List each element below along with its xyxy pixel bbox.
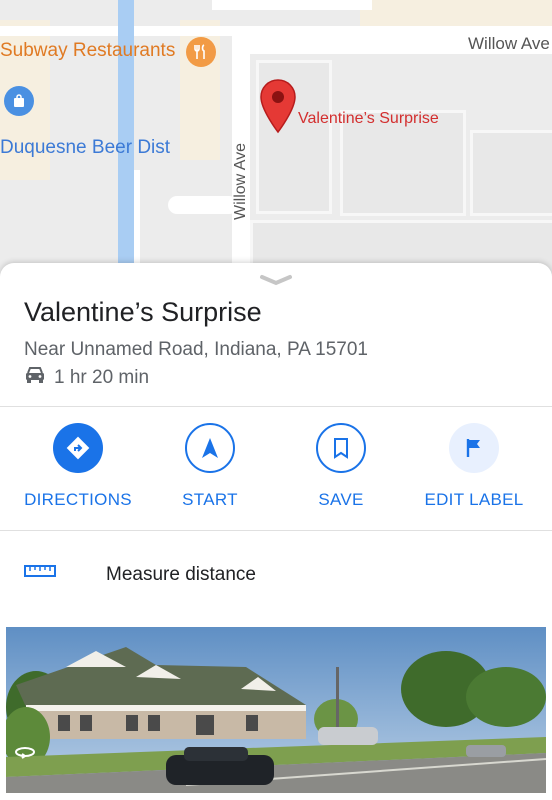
divider	[0, 406, 552, 407]
poi-label-subway[interactable]: Subway Restaurants	[0, 40, 175, 62]
map-view[interactable]: Willow Ave Willow Ave Subway Restaurants…	[0, 0, 552, 300]
street-view-360-icon[interactable]	[14, 745, 36, 766]
measure-distance-row[interactable]: Measure distance	[0, 531, 552, 621]
save-button[interactable]: SAVE	[276, 423, 406, 510]
start-button[interactable]: START	[145, 423, 275, 510]
map-road	[168, 196, 238, 214]
map-building	[470, 130, 552, 216]
edit-label-label: EDIT LABEL	[424, 490, 524, 509]
save-label: SAVE	[318, 490, 364, 509]
poi-label-duquesne[interactable]: Duquesne Beer Dist	[0, 137, 170, 159]
directions-button[interactable]: DIRECTIONS	[13, 423, 143, 510]
restaurant-icon[interactable]	[186, 37, 216, 67]
directions-label: DIRECTIONS	[24, 490, 132, 509]
edit-label-button[interactable]: EDIT LABEL	[409, 423, 539, 510]
navigation-arrow-icon	[185, 423, 235, 473]
place-title: Valentine’s Surprise	[24, 297, 262, 327]
place-sheet: Valentine’s Surprise Near Unnamed Road, …	[0, 263, 552, 800]
map-pin-icon[interactable]	[259, 78, 297, 139]
measure-distance-label: Measure distance	[106, 564, 256, 585]
directions-icon	[53, 423, 103, 473]
street-view-photo[interactable]	[6, 627, 546, 793]
street-label-willow-ave-vertical: Willow Ave	[232, 142, 249, 220]
start-label: START	[182, 490, 238, 509]
ruler-icon	[24, 563, 56, 584]
car-icon	[24, 366, 46, 390]
map-road	[212, 0, 372, 10]
place-address: Near Unnamed Road, Indiana, PA 15701	[24, 339, 368, 360]
pin-label: Valentine’s Surprise	[298, 110, 439, 127]
shopping-bag-icon[interactable]	[4, 86, 34, 116]
flag-icon	[449, 423, 499, 473]
sheet-handle-chevron-icon[interactable]	[256, 273, 296, 292]
drive-time-text: 1 hr 20 min	[54, 367, 150, 388]
drive-time: 1 hr 20 min	[24, 366, 149, 390]
bookmark-icon	[316, 423, 366, 473]
street-label-willow-ave: Willow Ave	[468, 34, 550, 53]
